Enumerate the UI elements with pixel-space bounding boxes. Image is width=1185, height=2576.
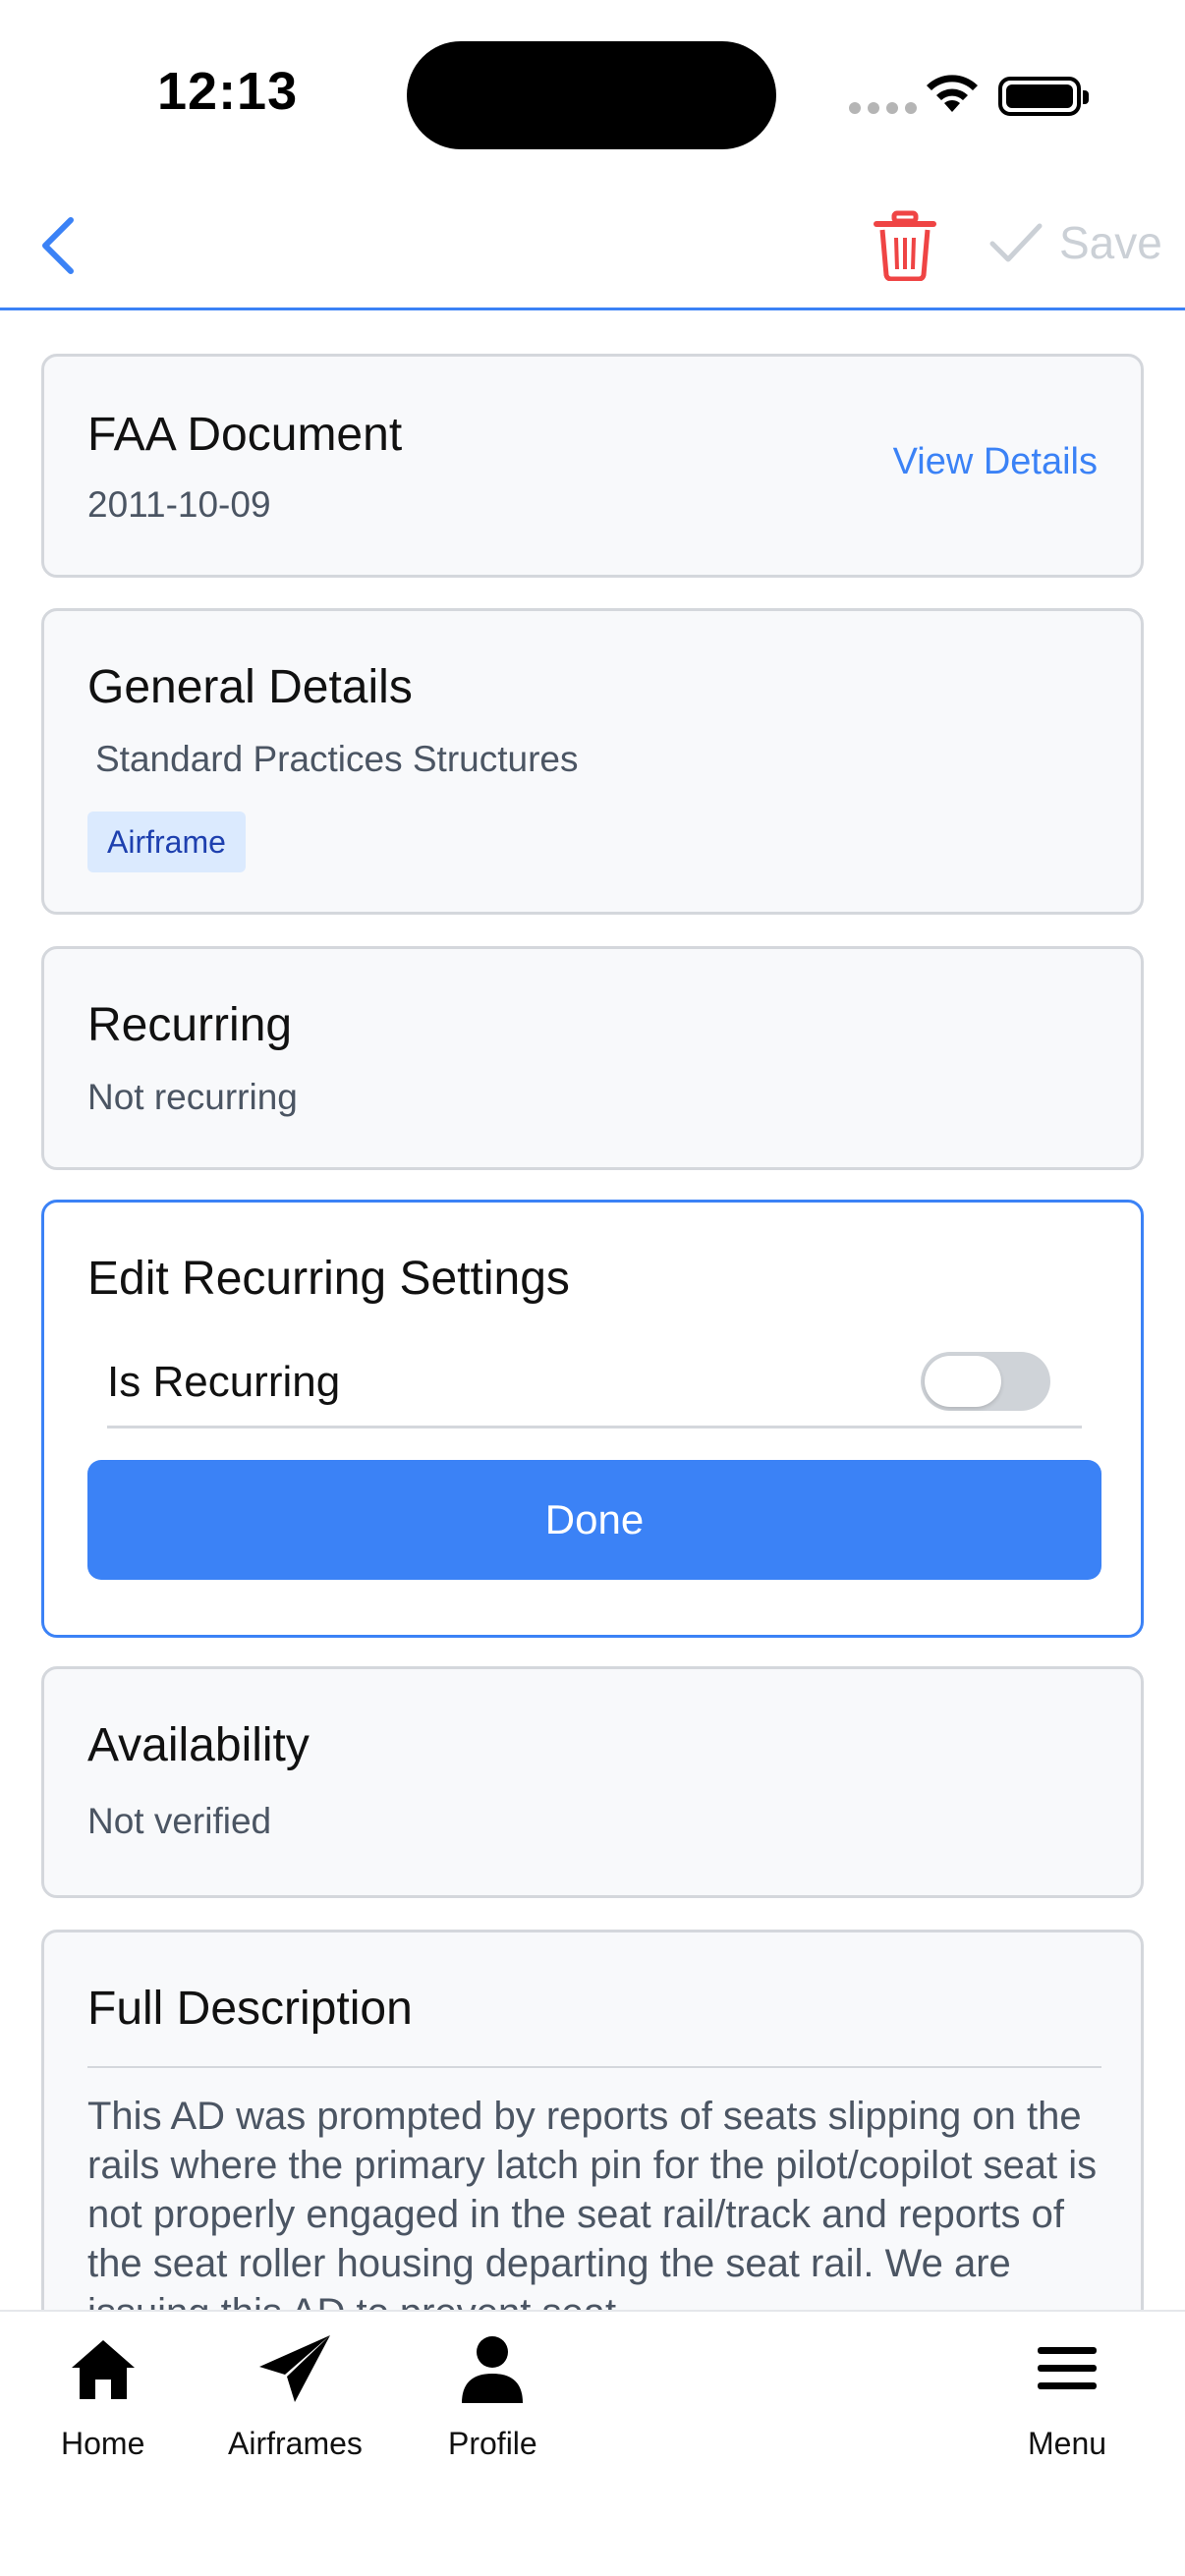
tab-label: Airframes xyxy=(228,2426,363,2461)
general-details-subtitle: Standard Practices Structures xyxy=(95,739,579,779)
edit-recurring-card: Edit Recurring Settings Is Recurring Don… xyxy=(41,1200,1144,1638)
battery-icon xyxy=(998,77,1089,116)
dynamic-island xyxy=(407,41,776,149)
general-details-title: General Details xyxy=(87,661,413,713)
save-label: Save xyxy=(1059,217,1162,268)
divider xyxy=(87,2066,1101,2068)
tab-label: Profile xyxy=(448,2426,537,2461)
navigation-bar: Save xyxy=(0,177,1185,310)
availability-card: Availability Not verified xyxy=(41,1666,1144,1898)
user-icon xyxy=(462,2336,524,2403)
is-recurring-label: Is Recurring xyxy=(107,1358,341,1406)
home-icon xyxy=(71,2340,135,2399)
faa-document-title: FAA Document xyxy=(87,409,403,461)
general-details-card: General Details Standard Practices Struc… xyxy=(41,608,1144,915)
tab-airframes[interactable]: Airframes xyxy=(228,2329,363,2462)
faa-document-date: 2011-10-09 xyxy=(87,484,271,525)
trash-icon xyxy=(874,210,936,282)
save-button[interactable]: Save xyxy=(988,216,1162,269)
tab-home[interactable]: Home xyxy=(61,2329,144,2462)
is-recurring-toggle[interactable] xyxy=(921,1352,1050,1411)
delete-button[interactable] xyxy=(873,210,937,282)
tab-label: Home xyxy=(61,2426,145,2461)
paper-plane-icon xyxy=(259,2335,331,2402)
tab-label: Menu xyxy=(1028,2426,1107,2461)
back-button[interactable] xyxy=(29,214,88,277)
edit-recurring-title: Edit Recurring Settings xyxy=(87,1253,570,1305)
status-time: 12:13 xyxy=(157,62,299,121)
full-description-title: Full Description xyxy=(87,1983,413,2035)
availability-value: Not verified xyxy=(87,1801,272,1841)
full-description-card: Full Description This AD was prompted by… xyxy=(41,1930,1144,2310)
detail-content[interactable]: FAA Document 2011-10-09 View Details Gen… xyxy=(0,313,1185,2310)
tab-bar: Home Airframes Profile Menu xyxy=(0,2310,1185,2576)
toggle-knob xyxy=(925,1356,1001,1407)
category-tag: Airframe xyxy=(87,812,246,872)
faa-document-card: FAA Document 2011-10-09 View Details xyxy=(41,354,1144,578)
view-details-link[interactable]: View Details xyxy=(893,441,1098,483)
cellular-signal-icon xyxy=(849,102,917,114)
menu-icon xyxy=(1038,2347,1098,2389)
chevron-left-icon xyxy=(42,217,74,274)
recurring-card: Recurring Not recurring xyxy=(41,946,1144,1170)
full-description-text: This AD was prompted by reports of seats… xyxy=(87,2095,1098,2310)
checkmark-icon xyxy=(989,223,1043,262)
availability-title: Availability xyxy=(87,1719,310,1771)
recurring-value: Not recurring xyxy=(87,1077,298,1117)
recurring-title: Recurring xyxy=(87,999,293,1051)
wifi-icon xyxy=(927,75,978,112)
done-button[interactable]: Done xyxy=(87,1460,1101,1580)
status-bar: 12:13 xyxy=(0,0,1185,177)
tab-profile[interactable]: Profile xyxy=(448,2329,537,2462)
tab-menu[interactable]: Menu xyxy=(1028,2329,1106,2462)
is-recurring-row: Is Recurring xyxy=(107,1352,1082,1428)
